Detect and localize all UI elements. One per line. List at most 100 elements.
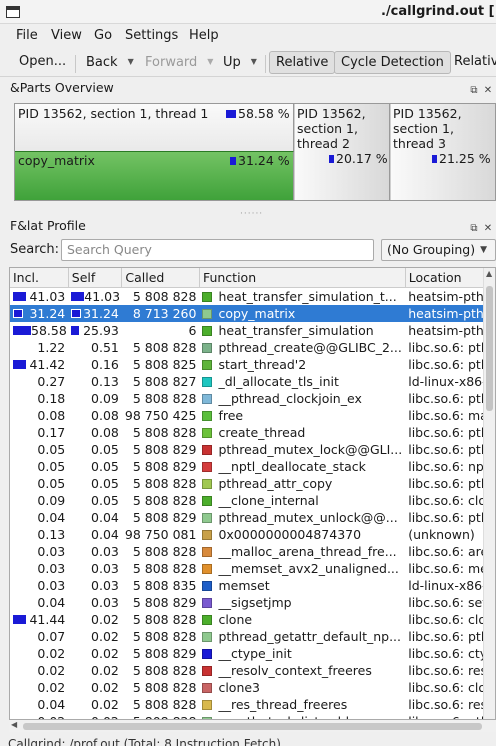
menu-help[interactable]: Help xyxy=(189,28,219,43)
parts-overview[interactable]: PID 13562, section 1, thread 1 58.58 % c… xyxy=(14,103,496,201)
grouping-select[interactable]: (No Grouping) ▼ xyxy=(381,239,496,261)
table-row[interactable]: 41.03 41.03 5 808 828 heat_transfer_simulat… xyxy=(10,287,495,305)
table-row[interactable]: 0.04 0.04 5 808 829 pthread_mutex_unlock@@.… xyxy=(10,509,495,526)
relative-to-parent-toggle[interactable]: Relativ xyxy=(454,52,496,74)
thread-3-percent-value: 21.25 % xyxy=(439,151,491,166)
back-dropdown-icon[interactable]: ▼ xyxy=(128,57,134,66)
table-row[interactable]: 0.04 0.02 5 808 828 __res_thread_freeres lib… xyxy=(10,696,495,713)
table-row[interactable]: 0.05 0.05 5 808 829 pthread_mutex_lock@@GLI… xyxy=(10,441,495,458)
table-row[interactable]: 0.03 0.03 5 808 828 __memset_avx2_unaligned… xyxy=(10,560,495,577)
up-button[interactable]: Up ▼ xyxy=(223,52,257,74)
incl-cell: 41.42 xyxy=(10,356,68,373)
location-value: libc.so.6: clo xyxy=(408,611,486,627)
function-name: pthread_getattr_default_np... xyxy=(218,628,401,644)
incl-value: 0.05 xyxy=(37,441,66,457)
called-cell: 5 808 829 xyxy=(122,594,200,611)
table-row[interactable]: 0.020.025 808 828__nptl_stack_list_addli… xyxy=(10,713,495,720)
incl-value: 41.44 xyxy=(29,611,66,627)
called-value: 5 808 829 xyxy=(132,441,197,457)
horizontal-scrollbar[interactable]: ◀ xyxy=(9,720,496,732)
relative-toggle[interactable]: Relative xyxy=(269,51,336,74)
menu-view[interactable]: View xyxy=(51,28,82,43)
table-row[interactable]: 0.27 0.13 5 808 827 _dl_allocate_tls_init ld… xyxy=(10,373,495,390)
self-value: 31.24 xyxy=(83,305,119,321)
search-row: Search: Search Query (No Grouping) ▼ xyxy=(0,238,496,264)
called-cell: 5 808 828 xyxy=(122,696,200,713)
search-input[interactable]: Search Query xyxy=(61,239,374,261)
called-cell: 5 808 828 xyxy=(122,287,200,305)
window-icon[interactable] xyxy=(6,6,20,18)
called-value: 5 808 828 xyxy=(132,475,197,491)
called-value: 5 808 828 xyxy=(132,611,197,627)
scrollbar-thumb[interactable] xyxy=(23,723,482,730)
self-cell: 0.08 xyxy=(68,407,122,424)
table-row[interactable]: 0.05 0.05 5 808 829 __nptl_deallocate_stack… xyxy=(10,458,495,475)
column-header-incl[interactable]: Incl. xyxy=(10,268,69,288)
forward-button[interactable]: Forward ▼ xyxy=(145,52,213,74)
location-cell: libc.so.6: clo xyxy=(405,679,494,696)
column-header-self[interactable]: Self xyxy=(68,268,123,288)
thread-2-line1: PID 13562, xyxy=(297,106,366,121)
open-button[interactable]: Open... xyxy=(19,52,66,74)
flat-profile-table[interactable]: Incl. Self Called Function Location 41.0… xyxy=(9,267,496,720)
copy-matrix-percent-value: 31.24 % xyxy=(238,153,290,168)
function-color-swatch xyxy=(202,529,213,540)
menu-go[interactable]: Go xyxy=(94,28,112,43)
called-value: 5 808 829 xyxy=(132,458,197,474)
table-row[interactable]: 0.02 0.02 5 808 829 __ctype_init libc.so.6: … xyxy=(10,645,495,662)
self-cell: 0.02 xyxy=(68,645,122,662)
menu-settings[interactable]: Settings xyxy=(125,28,178,43)
table-row[interactable]: 58.58 25.93 6 heat_transfer_simulation heats… xyxy=(10,322,495,339)
table-row[interactable]: 1.22 0.51 5 808 828 pthread_create@@GLIBC_2… xyxy=(10,339,495,356)
function-name: __nptl_deallocate_stack xyxy=(218,458,366,474)
table-row[interactable]: 0.04 0.03 5 808 829 __sigsetjmp libc.so.6: s… xyxy=(10,594,495,611)
scroll-left-icon[interactable]: ◀ xyxy=(11,720,17,729)
table-row[interactable]: 0.09 0.05 5 808 828 __clone_internal libc.so… xyxy=(10,492,495,509)
vertical-scrollbar[interactable]: ▲ xyxy=(483,268,495,719)
table-row[interactable]: 0.08 0.08 98 750 425 free libc.so.6: ma xyxy=(10,407,495,424)
location-cell: heatsim-pthr xyxy=(405,304,495,322)
self-cell: 0.04 xyxy=(68,509,122,526)
table-row[interactable]: 0.07 0.02 5 808 828 pthread_getattr_default… xyxy=(10,628,495,645)
called-cell: 5 808 825 xyxy=(122,356,200,373)
cost-bar xyxy=(13,325,31,335)
back-button[interactable]: Back ▼ xyxy=(86,52,134,74)
column-header-location[interactable]: Location xyxy=(405,268,495,288)
table-row[interactable]: 41.42 0.16 5 808 825 start_thread'2 libc.so.… xyxy=(10,356,495,373)
self-value: 0.03 xyxy=(91,577,119,593)
scroll-up-icon[interactable]: ▲ xyxy=(486,269,492,278)
table-row[interactable]: 31.24 31.24 8 713 260 copy_matrix heatsim-pt… xyxy=(10,304,495,322)
table-row[interactable]: 0.05 0.05 5 808 828 pthread_attr_copy libc.s… xyxy=(10,475,495,492)
self-cell: 0.08 xyxy=(68,424,122,441)
table-row[interactable]: 0.17 0.08 5 808 828 create_thread libc.so.6:… xyxy=(10,424,495,441)
table-row[interactable]: 0.03 0.03 5 808 828 __malloc_arena_thread_f… xyxy=(10,543,495,560)
location-value: heatsim-pthr xyxy=(408,288,489,304)
table-row[interactable]: 41.44 0.02 5 808 828 clone libc.so.6: clo xyxy=(10,611,495,628)
close-icon[interactable]: ✕ xyxy=(482,85,494,97)
thread-3-line1: PID 13562, xyxy=(393,106,462,121)
called-cell: 5 808 828 xyxy=(122,424,200,441)
cycle-detection-toggle[interactable]: Cycle Detection xyxy=(334,51,451,74)
function-name: pthread_mutex_lock@@GLI... xyxy=(218,441,403,457)
table-row[interactable]: 0.13 0.04 98 750 081 0x0000000004874370 (unk… xyxy=(10,526,495,543)
self-value: 0.02 xyxy=(91,628,119,644)
column-header-called[interactable]: Called xyxy=(121,268,200,288)
up-dropdown-icon[interactable]: ▼ xyxy=(251,57,257,66)
location-cell: (unknown) xyxy=(405,526,494,543)
scrollbar-thumb[interactable] xyxy=(486,286,493,411)
close-icon[interactable]: ✕ xyxy=(482,223,494,235)
table-row[interactable]: 0.02 0.02 5 808 828 clone3 libc.so.6: clo xyxy=(10,679,495,696)
menu-file[interactable]: File xyxy=(16,28,38,43)
called-cell: 5 808 828 xyxy=(122,713,200,720)
table-row[interactable]: 0.03 0.03 5 808 835 memset ld-linux-x86- xyxy=(10,577,495,594)
location-cell: libc.so.6: set xyxy=(405,594,494,611)
column-header-function[interactable]: Function xyxy=(199,268,406,288)
cost-bar xyxy=(71,308,82,318)
table-row[interactable]: 0.02 0.02 5 808 828 __resolv_context_freere… xyxy=(10,662,495,679)
function-cell: pthread_mutex_unlock@@... xyxy=(199,509,405,526)
table-row[interactable]: 0.18 0.09 5 808 828 __pthread_clockjoin_ex l… xyxy=(10,390,495,407)
forward-dropdown-icon[interactable]: ▼ xyxy=(207,57,213,66)
float-icon[interactable]: ⧉ xyxy=(468,223,480,235)
self-cell: 0.02 xyxy=(68,713,122,720)
float-icon[interactable]: ⧉ xyxy=(468,85,480,97)
